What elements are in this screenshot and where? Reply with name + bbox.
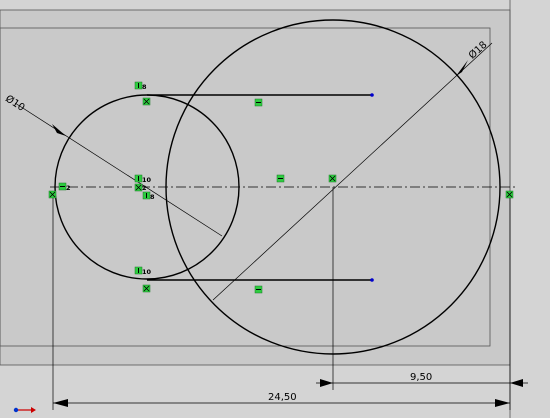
horizontal-relation-icon[interactable] (254, 98, 263, 107)
dim-long-label[interactable]: 24,50 (268, 392, 297, 403)
sheet-area (0, 9, 511, 366)
tangent-bottom-count: 10 (142, 268, 152, 276)
sketch-canvas[interactable]: Ø10 Ø18 9,50 24,50 8 10 2 8 10 2 (0, 0, 550, 418)
top-line-endpoint[interactable] (370, 93, 374, 97)
dim-short-label[interactable]: 9,50 (410, 372, 432, 383)
coincident-left-count: 2 (66, 184, 71, 192)
coincident-relation-icon[interactable] (142, 97, 151, 106)
tangent-mid-lower-count: 8 (150, 193, 155, 201)
horizontal-relation-icon[interactable] (254, 285, 263, 294)
coincident-relation-icon[interactable] (142, 284, 151, 293)
coincident-mid-count: 2 (142, 184, 147, 192)
coincident-relation-icon[interactable] (48, 190, 57, 199)
bottom-line-endpoint[interactable] (370, 278, 374, 282)
coincident-relation-icon[interactable]: 2 (134, 183, 147, 192)
tangent-top-count: 8 (142, 83, 147, 91)
tangent-mid-count: 10 (142, 176, 152, 184)
coincident-relation-icon[interactable] (505, 190, 514, 199)
coincident-relation-icon[interactable] (328, 174, 337, 183)
horizontal-relation-icon[interactable] (276, 174, 285, 183)
